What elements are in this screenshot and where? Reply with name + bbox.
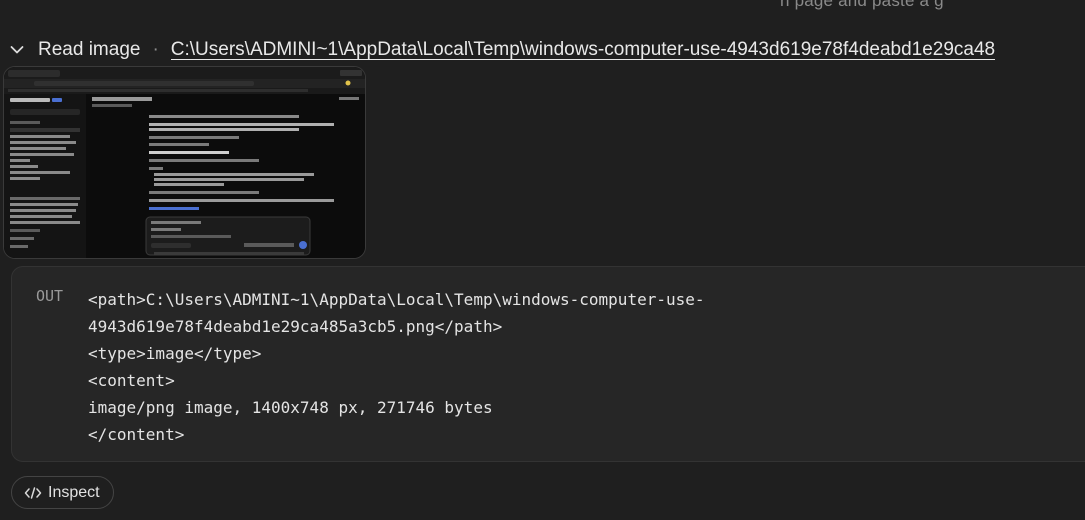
screenshot-thumbnail[interactable]: [3, 66, 366, 259]
output-panel: OUT <path>C:\Users\ADMINI~1\AppData\Loca…: [11, 266, 1085, 462]
output-line: <path>C:\Users\ADMINI~1\AppData\Local\Te…: [88, 290, 705, 309]
image-path-link[interactable]: C:\Users\ADMINI~1\AppData\Local\Temp\win…: [171, 39, 995, 61]
thumbnail-image: [4, 67, 365, 258]
read-image-row[interactable]: Read image · C:\Users\ADMINI~1\AppData\L…: [10, 36, 1085, 64]
tool-output-view: n page and paste a g Read image · C:\Use…: [0, 0, 1085, 520]
read-image-label: Read image: [38, 39, 141, 60]
code-icon: [24, 486, 42, 499]
output-line: <type>image</type>: [88, 344, 262, 363]
chevron-down-icon[interactable]: [10, 43, 24, 57]
output-line: 4943d619e78f4deabd1e29ca485a3cb5.png</pa…: [88, 317, 503, 336]
output-line: image/png image, 1400x748 px, 271746 byt…: [88, 398, 493, 417]
output-content: <path>C:\Users\ADMINI~1\AppData\Local\Te…: [88, 286, 705, 448]
inspect-button[interactable]: Inspect: [11, 476, 114, 509]
separator-dot: ·: [152, 39, 159, 60]
inspect-label: Inspect: [48, 483, 100, 501]
out-label: OUT: [36, 287, 64, 305]
clipped-text-fragment: n page and paste a g: [780, 0, 944, 10]
output-line: <content>: [88, 371, 175, 390]
output-line: </content>: [88, 425, 185, 444]
